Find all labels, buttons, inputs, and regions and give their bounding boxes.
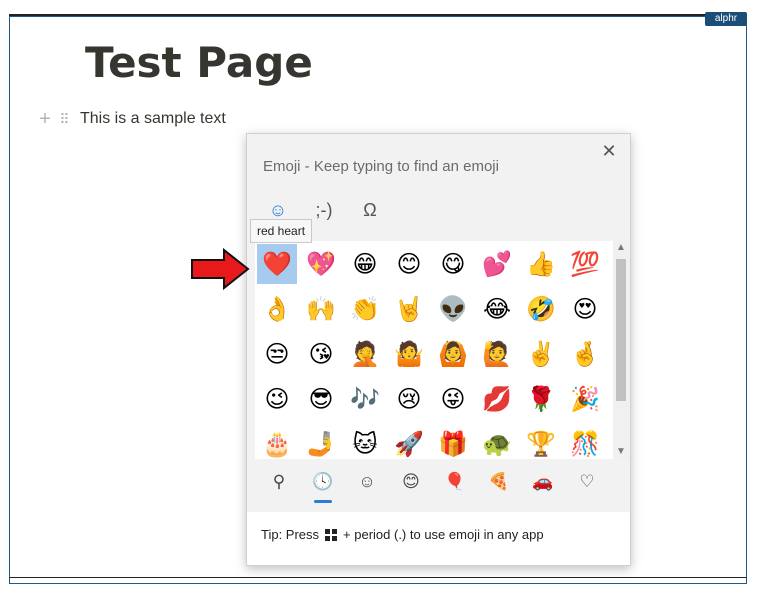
emoji-cell[interactable]: 🎊	[565, 424, 605, 459]
emoji-cell[interactable]: 🎶	[345, 379, 385, 419]
category-tab-3-icon[interactable]: 😊	[391, 468, 431, 496]
emoji-cell[interactable]: 👍	[521, 244, 561, 284]
red-arrow-icon	[191, 248, 250, 290]
emoji-cell[interactable]: 😒	[257, 334, 297, 374]
mode-tabs: ☺ ;-) Ω	[265, 200, 383, 221]
scroll-up-icon[interactable]: ▲	[613, 241, 629, 255]
emoji-cell[interactable]: 🙆	[433, 334, 473, 374]
panel-header: Emoji - Keep typing to find an emoji	[263, 158, 499, 175]
tooltip: red heart	[250, 219, 313, 243]
emoji-cell[interactable]: 😉	[257, 379, 297, 419]
category-tab-6-icon[interactable]: 🚗	[523, 468, 563, 496]
windows-key-icon	[325, 528, 338, 541]
category-tab-4-icon[interactable]: 🎈	[435, 468, 475, 496]
emoji-cell[interactable]: 💋	[477, 379, 517, 419]
category-bar: ⚲ 🕓 ☺ 😊 🎈 🍕 🚗 ♡	[255, 464, 613, 504]
category-tab-5-icon[interactable]: 🍕	[479, 468, 519, 496]
watermark-logo: alphr	[705, 12, 747, 26]
emoji-cell[interactable]: 🐱	[345, 424, 385, 459]
emoji-cell[interactable]: 🤷	[389, 334, 429, 374]
page-title[interactable]: Test Page	[85, 38, 313, 87]
emoji-cell[interactable]: 😎	[301, 379, 341, 419]
emoji-cell[interactable]: 😁	[345, 244, 385, 284]
tip-suffix: + period (.) to use emoji in any app	[343, 527, 544, 542]
tab-kaomoji[interactable]: ;-)	[311, 200, 337, 221]
emoji-cell[interactable]: 💕	[477, 244, 517, 284]
top-divider	[9, 14, 705, 16]
category-underline	[314, 500, 332, 503]
emoji-cell[interactable]: 😋	[433, 244, 473, 284]
emoji-cell[interactable]: 😂	[477, 289, 517, 329]
emoji-cell[interactable]: 🚀	[389, 424, 429, 459]
emoji-cell[interactable]: ✌️	[521, 334, 561, 374]
tab-symbols[interactable]: Ω	[357, 200, 383, 221]
tip-text: Tip: Press + period (.) to use emoji in …	[261, 527, 544, 542]
arrow-shape	[191, 248, 250, 290]
emoji-grid: ❤️ 💖 😁 😊 😋 💕 👍 💯 👌 🙌 👏 🤘 👽 😂 🤣 😍 😒 😘 🤦 🤷 🙆 🙋 ✌️ 🤞 😉 😎 🎶 😢 😜 💋 🌹 🎉 🎂 🤳 🐱 🚀 🎁 🐢…	[255, 241, 613, 459]
tip-prefix: Tip: Press	[261, 527, 320, 542]
emoji-cell[interactable]: 🎂	[257, 424, 297, 459]
emoji-cell[interactable]: 💖	[301, 244, 341, 284]
tab-emoji[interactable]: ☺	[265, 200, 291, 221]
emoji-cell[interactable]: 😘	[301, 334, 341, 374]
scroll-down-icon[interactable]: ▼	[613, 445, 629, 459]
emoji-cell[interactable]: 🎁	[433, 424, 473, 459]
category-tab-1-icon[interactable]: 🕓	[303, 468, 343, 496]
emoji-cell[interactable]: 😢	[389, 379, 429, 419]
emoji-cell[interactable]: 😊	[389, 244, 429, 284]
emoji-cell[interactable]: 🤳	[301, 424, 341, 459]
scroll-thumb[interactable]	[616, 259, 626, 401]
emoji-cell[interactable]: 🙋	[477, 334, 517, 374]
text-block[interactable]: + ⠿ This is a sample text	[36, 108, 226, 130]
emoji-cell[interactable]: ❤️	[257, 244, 297, 284]
emoji-cell[interactable]: 🎉	[565, 379, 605, 419]
drag-handle-icon[interactable]: ⠿	[54, 111, 74, 128]
category-tab-0-icon[interactable]: ⚲	[259, 468, 299, 496]
emoji-cell[interactable]: 🤘	[389, 289, 429, 329]
add-block-icon[interactable]: +	[36, 108, 54, 131]
close-icon[interactable]: ✕	[598, 140, 620, 162]
emoji-cell[interactable]: 😍	[565, 289, 605, 329]
emoji-cell[interactable]: 🏆	[521, 424, 561, 459]
category-tab-7-icon[interactable]: ♡	[567, 468, 607, 496]
emoji-cell[interactable]: 🙌	[301, 289, 341, 329]
tip-area: Tip: Press + period (.) to use emoji in …	[247, 512, 630, 565]
emoji-cell[interactable]: 💯	[565, 244, 605, 284]
emoji-cell[interactable]: 😜	[433, 379, 473, 419]
emoji-cell[interactable]: 🌹	[521, 379, 561, 419]
emoji-cell[interactable]: 🐢	[477, 424, 517, 459]
block-text[interactable]: This is a sample text	[80, 110, 226, 128]
emoji-cell[interactable]: 👽	[433, 289, 473, 329]
emoji-cell[interactable]: 🤞	[565, 334, 605, 374]
bottom-divider	[9, 577, 747, 578]
emoji-panel: Emoji - Keep typing to find an emoji ✕ ☺…	[246, 133, 631, 566]
emoji-cell[interactable]: 👌	[257, 289, 297, 329]
emoji-cell[interactable]: 🤣	[521, 289, 561, 329]
category-tab-2-icon[interactable]: ☺	[347, 468, 387, 496]
emoji-cell[interactable]: 👏	[345, 289, 385, 329]
emoji-cell[interactable]: 🤦	[345, 334, 385, 374]
scrollbar[interactable]: ▲ ▼	[613, 241, 629, 459]
